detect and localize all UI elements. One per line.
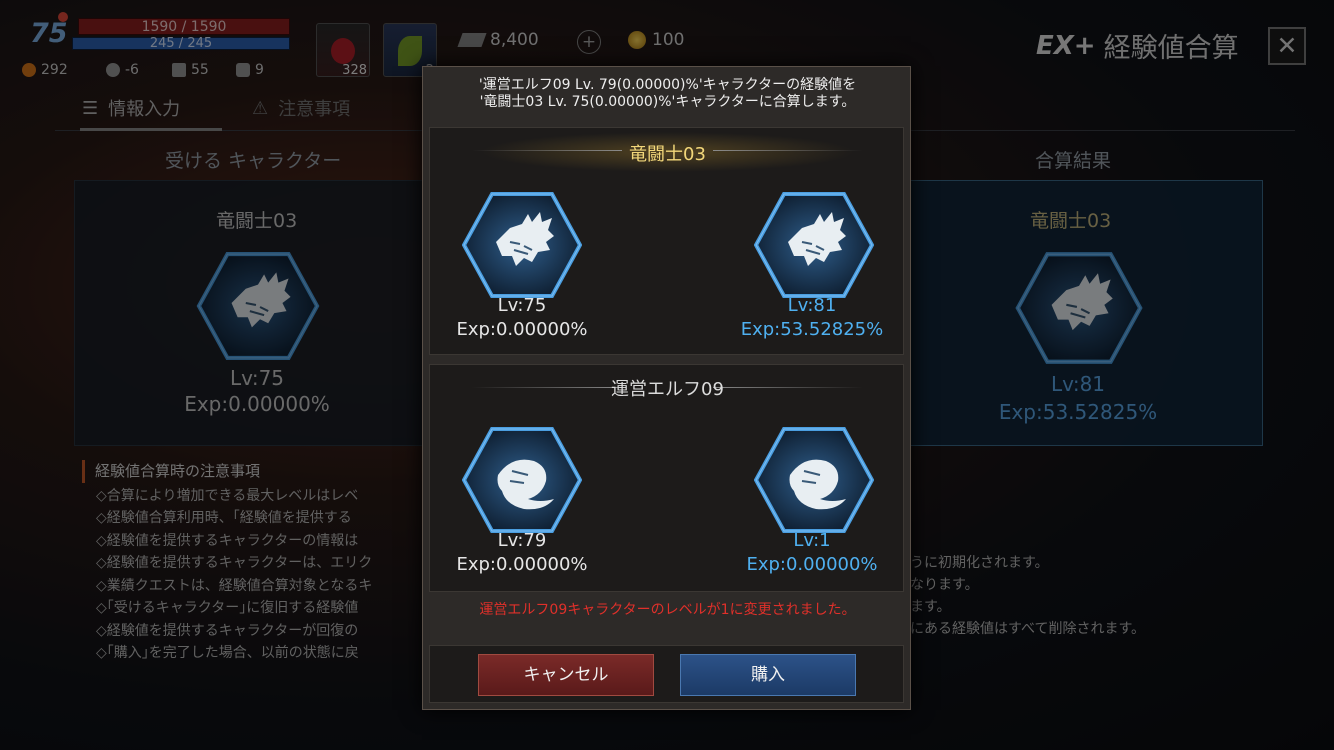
elf-icon <box>462 425 582 535</box>
provider-name: 運営エルフ09 <box>611 379 724 400</box>
message-line: '運営エルフ09 Lv. 79(0.00000)%'キャラクターの経験値を <box>478 77 857 93</box>
message-line: '竜闘士03 Lv. 75(0.00000)%'キャラクターに合算します。 <box>479 94 856 110</box>
dialog-message: '運営エルフ09 Lv. 79(0.00000)%'キャラクターの経験値を '竜… <box>423 77 912 111</box>
before-exp: Exp:0.00000% <box>456 319 588 340</box>
cancel-button[interactable]: キャンセル <box>478 654 654 696</box>
elf-icon <box>754 425 874 535</box>
dragon-icon <box>462 190 582 300</box>
after-lv: Lv:81 <box>787 295 837 316</box>
after-exp: Exp:53.52825% <box>740 319 884 340</box>
merge-confirm-dialog: '運営エルフ09 Lv. 79(0.00000)%'キャラクターの経験値を '竜… <box>422 66 911 710</box>
level-change-warning: 運営エルフ09キャラクターのレベルが1に変更されました。 <box>479 602 856 618</box>
receiver-name: 竜闘士03 <box>629 144 706 165</box>
provider-card: 運営エルフ09 Lv:79 Exp:0.00000% Lv:1 Exp:0.00… <box>429 364 904 592</box>
before-exp: Exp:0.00000% <box>456 554 588 575</box>
dialog-actions: キャンセル 購入 <box>429 645 904 703</box>
purchase-button[interactable]: 購入 <box>680 654 856 696</box>
after-lv: Lv:1 <box>793 530 831 551</box>
after-exp: Exp:0.00000% <box>746 554 878 575</box>
before-lv: Lv:75 <box>497 295 547 316</box>
receiver-card: 竜闘士03 Lv:75 Exp:0.00000% Lv:81 Exp:53.52… <box>429 127 904 355</box>
before-lv: Lv:79 <box>497 530 547 551</box>
dragon-icon <box>754 190 874 300</box>
